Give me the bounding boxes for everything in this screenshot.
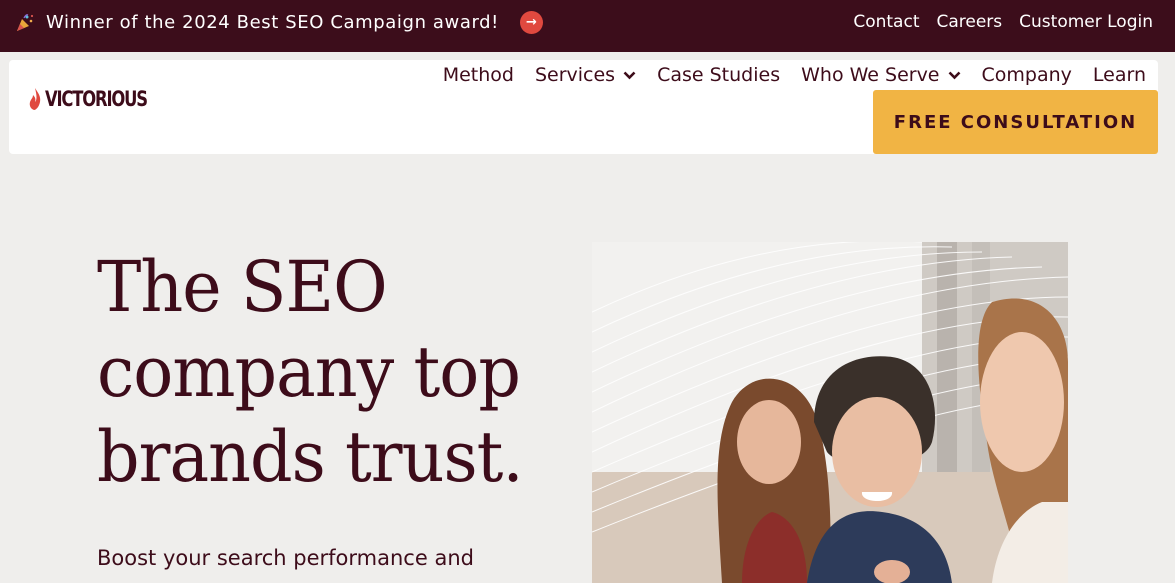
chevron-down-icon: [623, 71, 636, 79]
nav-company[interactable]: Company: [982, 64, 1072, 86]
logo[interactable]: VICTORIOUS: [29, 87, 176, 111]
site-header: VICTORIOUS Method Services Case Studies …: [9, 60, 1158, 154]
hero-photo: [592, 242, 1068, 583]
hero-title: The SEO company top brands trust.: [97, 245, 544, 500]
nav-who-we-serve[interactable]: Who We Serve: [801, 64, 960, 86]
chevron-down-icon: [948, 71, 960, 79]
hero-subtitle: Boost your search performance and: [97, 546, 474, 570]
flame-logo-icon: [29, 88, 41, 110]
careers-link[interactable]: Careers: [936, 12, 1002, 32]
nav-services[interactable]: Services: [535, 64, 636, 86]
arrow-right-icon[interactable]: →: [520, 11, 543, 34]
nav-case-studies[interactable]: Case Studies: [657, 64, 780, 86]
announcement-text[interactable]: Winner of the 2024 Best SEO Campaign awa…: [46, 12, 499, 33]
nav-method[interactable]: Method: [443, 64, 514, 86]
hero-title-line: brands trust.: [97, 416, 524, 498]
nav-learn[interactable]: Learn: [1093, 64, 1146, 86]
nav-label: Case Studies: [657, 64, 781, 86]
announcement-bar: Winner of the 2024 Best SEO Campaign awa…: [0, 0, 1175, 52]
nav-label: Who We Serve: [801, 64, 940, 86]
main-nav: Method Services Case Studies Who We Serv…: [443, 64, 1146, 86]
utility-links: Contact Careers Customer Login: [853, 12, 1153, 32]
nav-label: Company: [981, 64, 1072, 86]
contact-link[interactable]: Contact: [853, 12, 919, 32]
hero-photo-illustration: [592, 242, 1068, 583]
hero-title-line: company top: [97, 331, 521, 413]
customer-login-link[interactable]: Customer Login: [1019, 12, 1153, 32]
hero-title-line: The SEO: [97, 246, 388, 328]
nav-label: Method: [442, 64, 514, 86]
party-popper-icon: [17, 14, 34, 31]
free-consultation-button[interactable]: FREE CONSULTATION: [873, 90, 1158, 154]
nav-label: Services: [534, 64, 616, 86]
nav-label: Learn: [1092, 64, 1146, 86]
logo-wordmark: VICTORIOUS: [45, 87, 148, 111]
